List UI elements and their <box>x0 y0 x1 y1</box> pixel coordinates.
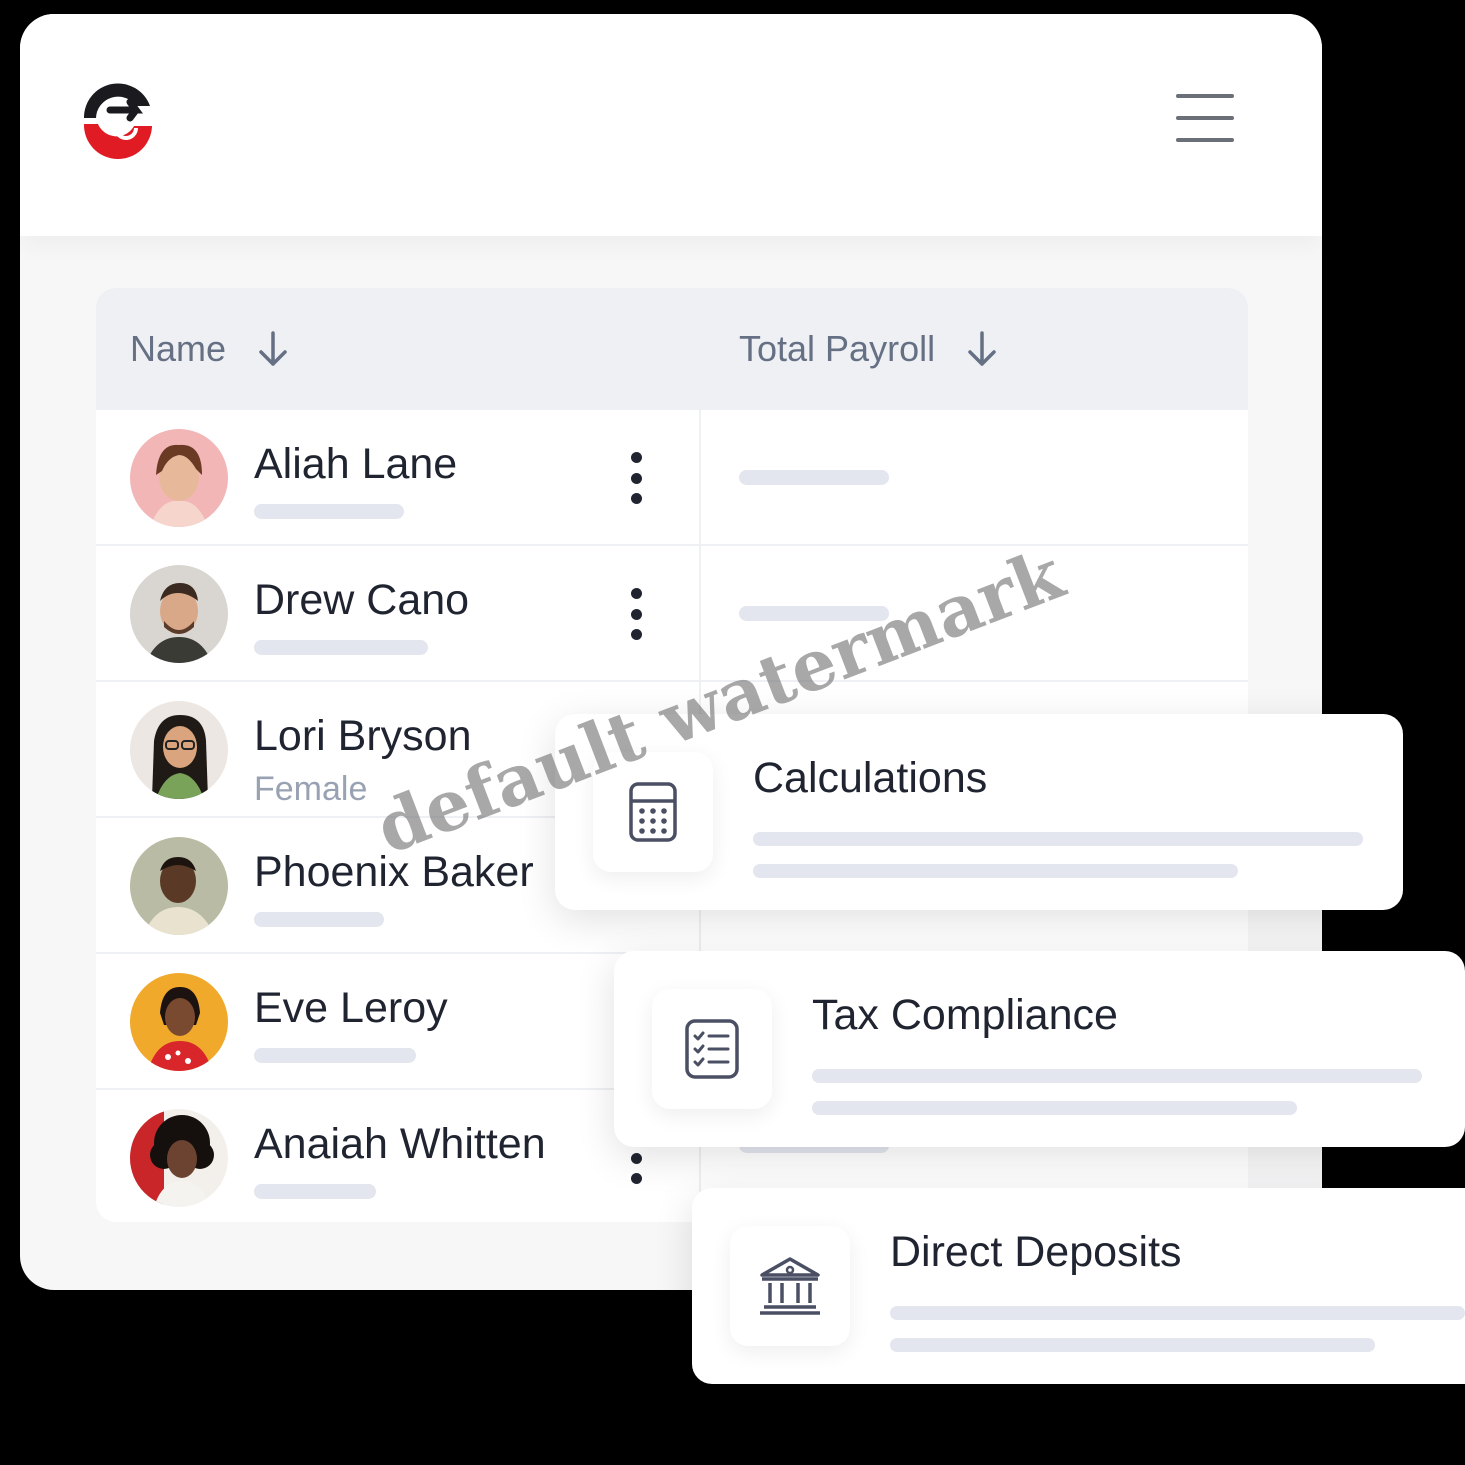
avatar <box>130 429 228 527</box>
avatar <box>130 701 228 799</box>
subtitle-placeholder <box>254 1184 376 1199</box>
column-header-name[interactable]: Name <box>130 288 290 410</box>
person-name: Aliah Lane <box>254 440 458 488</box>
avatar <box>130 837 228 935</box>
column-header-total-payroll[interactable]: Total Payroll <box>739 288 999 410</box>
table-row[interactable]: Aliah Lane <box>96 410 1248 546</box>
checklist-icon <box>685 1019 739 1079</box>
column-header-label: Name <box>130 328 227 369</box>
card-placeholder <box>753 864 1238 878</box>
card-icon-container <box>730 1226 850 1346</box>
subtitle-placeholder <box>254 504 404 519</box>
card-placeholder <box>753 832 1363 846</box>
direct-deposits-card[interactable]: Direct Deposits <box>692 1188 1465 1384</box>
card-placeholder <box>890 1338 1375 1352</box>
subtitle-placeholder <box>254 1048 416 1063</box>
payroll-placeholder <box>739 606 889 621</box>
calculations-card[interactable]: Calculations <box>555 714 1403 910</box>
card-placeholder <box>812 1069 1422 1083</box>
person-name: Eve Leroy <box>254 984 448 1032</box>
column-header-label: Total Payroll <box>739 328 936 369</box>
card-title: Tax Compliance <box>812 991 1118 1039</box>
more-options-icon[interactable] <box>626 588 646 640</box>
table-row[interactable]: Drew Cano <box>96 546 1248 682</box>
stage: Name Total Payroll Aliah Lane Drew Cano … <box>0 0 1465 1465</box>
hamburger-menu-icon[interactable] <box>1170 90 1240 146</box>
more-options-icon[interactable] <box>626 452 646 504</box>
arrow-down-icon[interactable] <box>256 330 290 368</box>
calculator-icon <box>629 782 677 842</box>
brand-logo-icon[interactable] <box>76 76 160 160</box>
card-placeholder <box>890 1306 1465 1320</box>
card-title: Calculations <box>753 754 988 802</box>
avatar <box>130 565 228 663</box>
card-placeholder <box>812 1101 1297 1115</box>
person-name: Phoenix Baker <box>254 848 534 896</box>
arrow-down-icon[interactable] <box>965 330 999 368</box>
avatar <box>130 973 228 1071</box>
bank-icon <box>760 1257 820 1315</box>
payroll-placeholder <box>739 470 889 485</box>
avatar <box>130 1109 228 1207</box>
card-icon-container <box>593 752 713 872</box>
card-title: Direct Deposits <box>890 1228 1182 1276</box>
person-name: Lori Bryson <box>254 712 472 760</box>
subtitle-placeholder <box>254 912 384 927</box>
person-subtitle: Female <box>254 770 368 808</box>
subtitle-placeholder <box>254 640 428 655</box>
person-name: Anaiah Whitten <box>254 1120 546 1168</box>
top-bar <box>20 14 1322 236</box>
tax-compliance-card[interactable]: Tax Compliance <box>614 951 1465 1147</box>
person-name: Drew Cano <box>254 576 470 624</box>
card-icon-container <box>652 989 772 1109</box>
table-header: Name Total Payroll <box>96 288 1248 410</box>
